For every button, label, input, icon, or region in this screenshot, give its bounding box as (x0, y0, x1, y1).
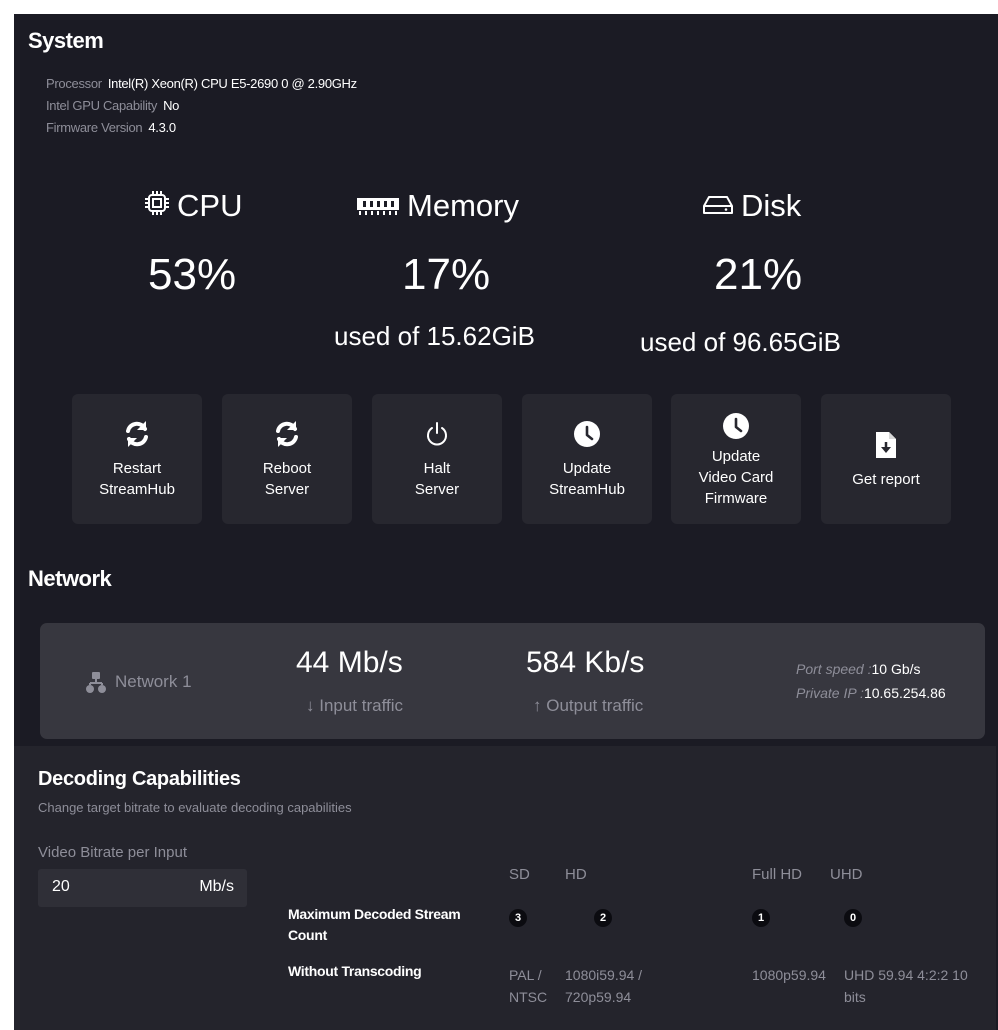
update-streamhub-button[interactable]: Update StreamHub (522, 394, 652, 524)
network-name: Network 1 (85, 671, 192, 693)
update-streamhub-line1: Update (562, 460, 612, 477)
processor-info: Processor Intel(R) Xeon(R) CPU E5-2690 0 … (46, 76, 357, 91)
network-icon (85, 671, 107, 693)
bitrate-unit: Mb/s (199, 878, 234, 895)
restart-label-line2: StreamHub (99, 481, 175, 498)
output-traffic-label: ↑ Output traffic (533, 696, 644, 715)
format-uhd: UHD 59.94 4:2:2 10 bits (844, 967, 968, 1005)
update-streamhub-line2: StreamHub (549, 481, 625, 498)
gpu-info: Intel GPU Capability No (46, 98, 179, 113)
disk-icon (702, 188, 741, 224)
cpu-label: CPU (177, 188, 243, 223)
halt-server-button[interactable]: Halt Server (372, 394, 502, 524)
count-sd: 3 (509, 909, 527, 927)
update-video-card-firmware-button[interactable]: Update Video Card Firmware (671, 394, 801, 524)
refresh-icon (124, 418, 150, 450)
cpu-heading: CPU (144, 188, 242, 224)
network-title: Network (28, 566, 112, 591)
memory-label: Memory (407, 188, 519, 223)
row-max-decoded-label: Maximum Decoded Stream Count (288, 906, 461, 943)
bitrate-field[interactable]: Mb/s (38, 869, 247, 907)
format-sd: PAL / NTSC (509, 967, 548, 1005)
firmware-value: 4.3.0 (148, 120, 176, 135)
processor-value: Intel(R) Xeon(R) CPU E5-2690 0 @ 2.90GHz (107, 76, 357, 91)
reboot-server-button[interactable]: Reboot Server (222, 394, 352, 524)
gpu-label: Intel GPU Capability (46, 98, 158, 113)
port-speed: Port speed :10 Gb/s (796, 661, 921, 677)
disk-heading: Disk (702, 188, 801, 224)
port-speed-value: 10 Gb/s (871, 661, 921, 677)
private-ip: Private IP :10.65.254.86 (796, 685, 946, 701)
restart-streamhub-button[interactable]: Restart StreamHub (72, 394, 202, 524)
decoding-subtitle: Change target bitrate to evaluate decodi… (38, 800, 352, 815)
format-full-hd: 1080p59.94 (752, 967, 826, 983)
cpu-chip-icon (144, 188, 177, 224)
system-title: System (28, 28, 104, 53)
update-firmware-line3: Firmware (704, 489, 768, 507)
power-icon (425, 418, 449, 450)
refresh-icon (274, 418, 300, 450)
disk-usage: used of 96.65GiB (640, 327, 841, 357)
private-ip-label: Private IP : (796, 685, 864, 701)
reboot-label-line1: Reboot (262, 460, 312, 477)
get-report-button[interactable]: Get report (821, 394, 951, 524)
count-full-hd: 1 (752, 909, 770, 927)
halt-label-line1: Halt (423, 460, 451, 477)
row-without-transcoding-label: Without Transcoding (288, 963, 422, 979)
update-firmware-line1: Update (711, 447, 761, 465)
restart-label-line1: Restart (112, 460, 162, 477)
private-ip-value: 10.65.254.86 (863, 685, 946, 701)
memory-percent: 17% (402, 250, 491, 299)
memory-heading: Memory (356, 188, 519, 224)
system-page: System Processor Intel(R) Xeon(R) CPU E5-… (14, 14, 998, 1030)
bitrate-input[interactable] (52, 878, 172, 896)
column-full-hd: Full HD (752, 866, 803, 883)
decoding-capabilities-panel: Decoding Capabilities Change target bitr… (14, 746, 996, 1030)
column-uhd: UHD (830, 866, 863, 883)
column-sd: SD (509, 866, 530, 883)
network-name-label: Network 1 (115, 672, 192, 691)
gpu-value: No (163, 98, 180, 113)
decoding-title: Decoding Capabilities (38, 768, 241, 790)
file-download-icon (875, 429, 897, 461)
firmware-label: Firmware Version (46, 120, 143, 135)
bitrate-label: Video Bitrate per Input (38, 844, 187, 861)
format-hd: 1080i59.94 / 720p59.94 (565, 967, 643, 1005)
processor-label: Processor (46, 76, 102, 91)
memory-icon (356, 188, 407, 224)
port-speed-label: Port speed : (796, 661, 872, 677)
halt-label-line2: Server (414, 481, 460, 498)
count-hd: 2 (594, 909, 612, 927)
clock-icon (722, 410, 750, 442)
input-traffic-label: ↓ Input traffic (306, 696, 404, 715)
disk-label: Disk (741, 188, 802, 223)
get-report-label: Get report (852, 470, 920, 488)
reboot-label-line2: Server (264, 481, 310, 498)
network-card: Network 1 44 Mb/s ↓ Input traffic 584 Kb… (40, 623, 985, 739)
cpu-percent: 53% (148, 250, 237, 299)
output-traffic-rate: 584 Kb/s (526, 646, 645, 679)
memory-usage: used of 15.62GiB (334, 321, 535, 351)
column-hd: HD (565, 866, 587, 883)
count-uhd: 0 (844, 909, 862, 927)
clock-icon (573, 418, 601, 450)
firmware-info: Firmware Version 4.3.0 (46, 120, 176, 135)
input-traffic-rate: 44 Mb/s (296, 646, 403, 679)
update-firmware-line2: Video Card (698, 468, 774, 486)
disk-percent: 21% (714, 250, 803, 299)
